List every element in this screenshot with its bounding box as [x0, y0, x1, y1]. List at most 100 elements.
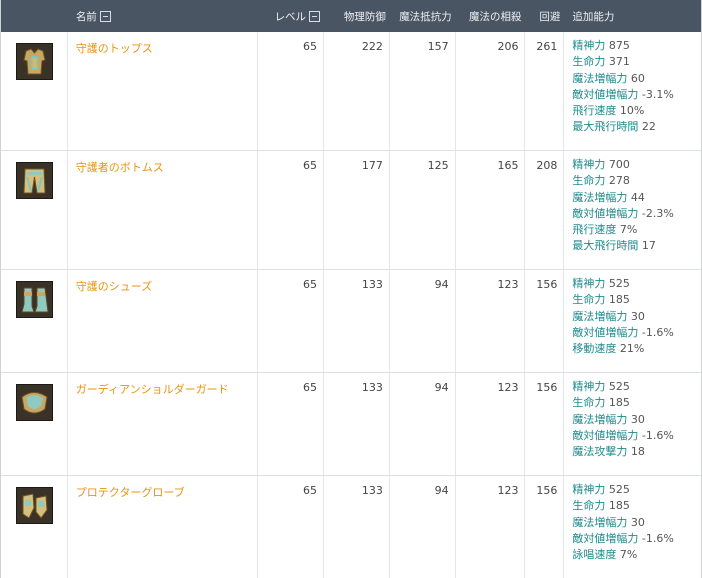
- item-level: 65: [258, 32, 325, 150]
- stat-value: 18: [630, 445, 645, 459]
- item-evasion: 156: [525, 270, 565, 372]
- item-name[interactable]: プロテクターグローブ: [68, 476, 259, 578]
- item-name-link[interactable]: 守護のトップス: [76, 42, 153, 55]
- armor-shoes-icon[interactable]: [16, 281, 53, 318]
- stat-label: 生命力: [572, 396, 606, 410]
- stat-label: 敵対値増幅力: [572, 325, 639, 339]
- item-name-link[interactable]: 守護者のボトムス: [76, 161, 164, 174]
- header-name-label: 名前: [75, 10, 97, 23]
- armor-shoulder-icon[interactable]: [16, 384, 53, 421]
- header-pdef-label: 物理防御: [343, 10, 386, 23]
- stat-line: 最大飛行時間 22: [572, 119, 701, 135]
- item-evasion: 208: [525, 151, 565, 269]
- item-extra-stats: 精神力 700 生命力 278 魔法増幅力 44 敵対値増幅力 -2.3% 飛行速度 7…: [564, 151, 701, 269]
- header-level[interactable]: レベル: [258, 9, 324, 24]
- stat-line: 敵対値増幅力 -2.3%: [572, 206, 701, 222]
- item-extra-stats: 精神力 875 生命力 371 魔法増幅力 60 敵対値増幅力 -3.1% 飛行速度 1…: [564, 32, 701, 150]
- stat-line: 生命力 278: [572, 173, 701, 189]
- stat-value: 30: [630, 309, 645, 323]
- table-row: 守護のシューズ 65 133 94 123 156 精神力 525 生命力 185 魔法増幅力 …: [1, 269, 701, 372]
- item-mres: 125: [390, 151, 456, 269]
- item-level: 65: [258, 373, 325, 475]
- stat-label: 精神力: [572, 158, 606, 171]
- stat-line: 詠唱速度 7%: [572, 547, 701, 563]
- item-mcancel: 123: [456, 270, 526, 372]
- table-row: 守護者のボトムス 65 177 125 165 208 精神力 700 生命力 278 魔法増幅…: [1, 150, 701, 269]
- stat-label: 生命力: [572, 55, 606, 69]
- stat-label: 魔法増幅力: [572, 515, 628, 529]
- stat-line: 飛行速度 7%: [572, 222, 701, 238]
- stat-label: 詠唱速度: [572, 548, 617, 562]
- stat-label: 精神力: [572, 380, 606, 393]
- header-extra: 追加能力: [564, 9, 701, 24]
- stat-label: 魔法攻撃力: [572, 445, 628, 459]
- item-mres: 94: [390, 476, 456, 578]
- item-name[interactable]: 守護のトップス: [68, 32, 259, 150]
- item-name[interactable]: 守護のシューズ: [68, 270, 259, 372]
- item-icon-cell: [1, 32, 68, 150]
- stat-value: -1.6%: [641, 428, 674, 442]
- item-pdef: 133: [324, 373, 390, 475]
- stat-value: 371: [608, 55, 630, 69]
- armor-top-icon[interactable]: [16, 43, 53, 80]
- stat-label: 最大飛行時間: [572, 120, 639, 134]
- stat-value: 30: [630, 515, 645, 529]
- stat-value: 525: [608, 277, 630, 290]
- stat-label: 敵対値増幅力: [572, 531, 639, 545]
- armor-glove-icon[interactable]: [16, 487, 53, 524]
- table-row: ガーディアンショルダーガード 65 133 94 123 156 精神力 525 生命力 18…: [1, 372, 701, 475]
- stat-label: 飛行速度: [572, 104, 617, 118]
- stat-label: 敵対値増幅力: [572, 206, 639, 220]
- item-evasion: 156: [525, 373, 565, 475]
- item-icon-cell: [1, 476, 68, 578]
- table-row: プロテクターグローブ 65 133 94 123 156 精神力 525 生命力 185 魔法増…: [1, 475, 701, 578]
- item-mcancel: 123: [456, 373, 526, 475]
- header-name[interactable]: 名前: [68, 9, 258, 24]
- stat-label: 移動速度: [572, 342, 617, 356]
- sort-toggle-icon[interactable]: [99, 10, 111, 22]
- table-header: 名前 レベル 物理防御 魔法抵抗力 魔法の相殺 回避 追加能力: [1, 0, 701, 32]
- armor-bottom-icon[interactable]: [16, 162, 53, 199]
- stat-value: 60: [630, 71, 645, 85]
- item-mcancel: 165: [456, 151, 526, 269]
- stat-line: 精神力 700: [572, 157, 701, 173]
- stat-value: 44: [630, 190, 645, 204]
- sort-toggle-icon[interactable]: [309, 10, 321, 22]
- item-name-link[interactable]: 守護のシューズ: [76, 280, 152, 293]
- stat-line: 生命力 185: [572, 395, 701, 411]
- table-body: 守護のトップス 65 222 157 206 261 精神力 875 生命力 371 魔法増幅力…: [1, 32, 701, 578]
- stat-value: 875: [608, 39, 630, 52]
- item-extra-stats: 精神力 525 生命力 185 魔法増幅力 30 敵対値増幅力 -1.6% 移動速度 2…: [564, 270, 701, 372]
- stat-line: 敵対値増幅力 -3.1%: [572, 87, 701, 103]
- stat-label: 精神力: [572, 277, 606, 290]
- stat-value: -1.6%: [641, 325, 674, 339]
- stat-value: 22: [641, 120, 656, 134]
- stat-line: 移動速度 21%: [572, 341, 701, 357]
- item-icon-cell: [1, 151, 68, 269]
- item-name-link[interactable]: プロテクターグローブ: [76, 486, 185, 499]
- stat-label: 飛行速度: [572, 223, 617, 237]
- item-mres: 94: [390, 373, 456, 475]
- stat-line: 精神力 875: [572, 38, 701, 54]
- stat-value: -2.3%: [641, 206, 674, 220]
- item-level: 65: [258, 476, 325, 578]
- item-name[interactable]: ガーディアンショルダーガード: [68, 373, 259, 475]
- stat-label: 精神力: [572, 39, 606, 52]
- stat-value: 21%: [619, 342, 645, 356]
- item-mres: 157: [390, 32, 456, 150]
- stat-line: 最大飛行時間 17: [572, 238, 701, 254]
- stat-line: 魔法増幅力 30: [572, 412, 701, 428]
- item-name[interactable]: 守護者のボトムス: [68, 151, 259, 269]
- stat-line: 魔法攻撃力 18: [572, 444, 701, 460]
- stat-label: 生命力: [572, 293, 606, 307]
- stat-label: 生命力: [572, 174, 606, 188]
- stat-value: 7%: [619, 223, 638, 237]
- stat-line: 生命力 185: [572, 292, 701, 308]
- item-pdef: 133: [324, 476, 390, 578]
- stat-value: 7%: [619, 548, 638, 562]
- stat-line: 敵対値増幅力 -1.6%: [572, 325, 701, 341]
- header-extra-label: 追加能力: [572, 10, 615, 23]
- stat-line: 魔法増幅力 44: [572, 190, 701, 206]
- item-pdef: 177: [324, 151, 390, 269]
- item-name-link[interactable]: ガーディアンショルダーガード: [76, 383, 229, 396]
